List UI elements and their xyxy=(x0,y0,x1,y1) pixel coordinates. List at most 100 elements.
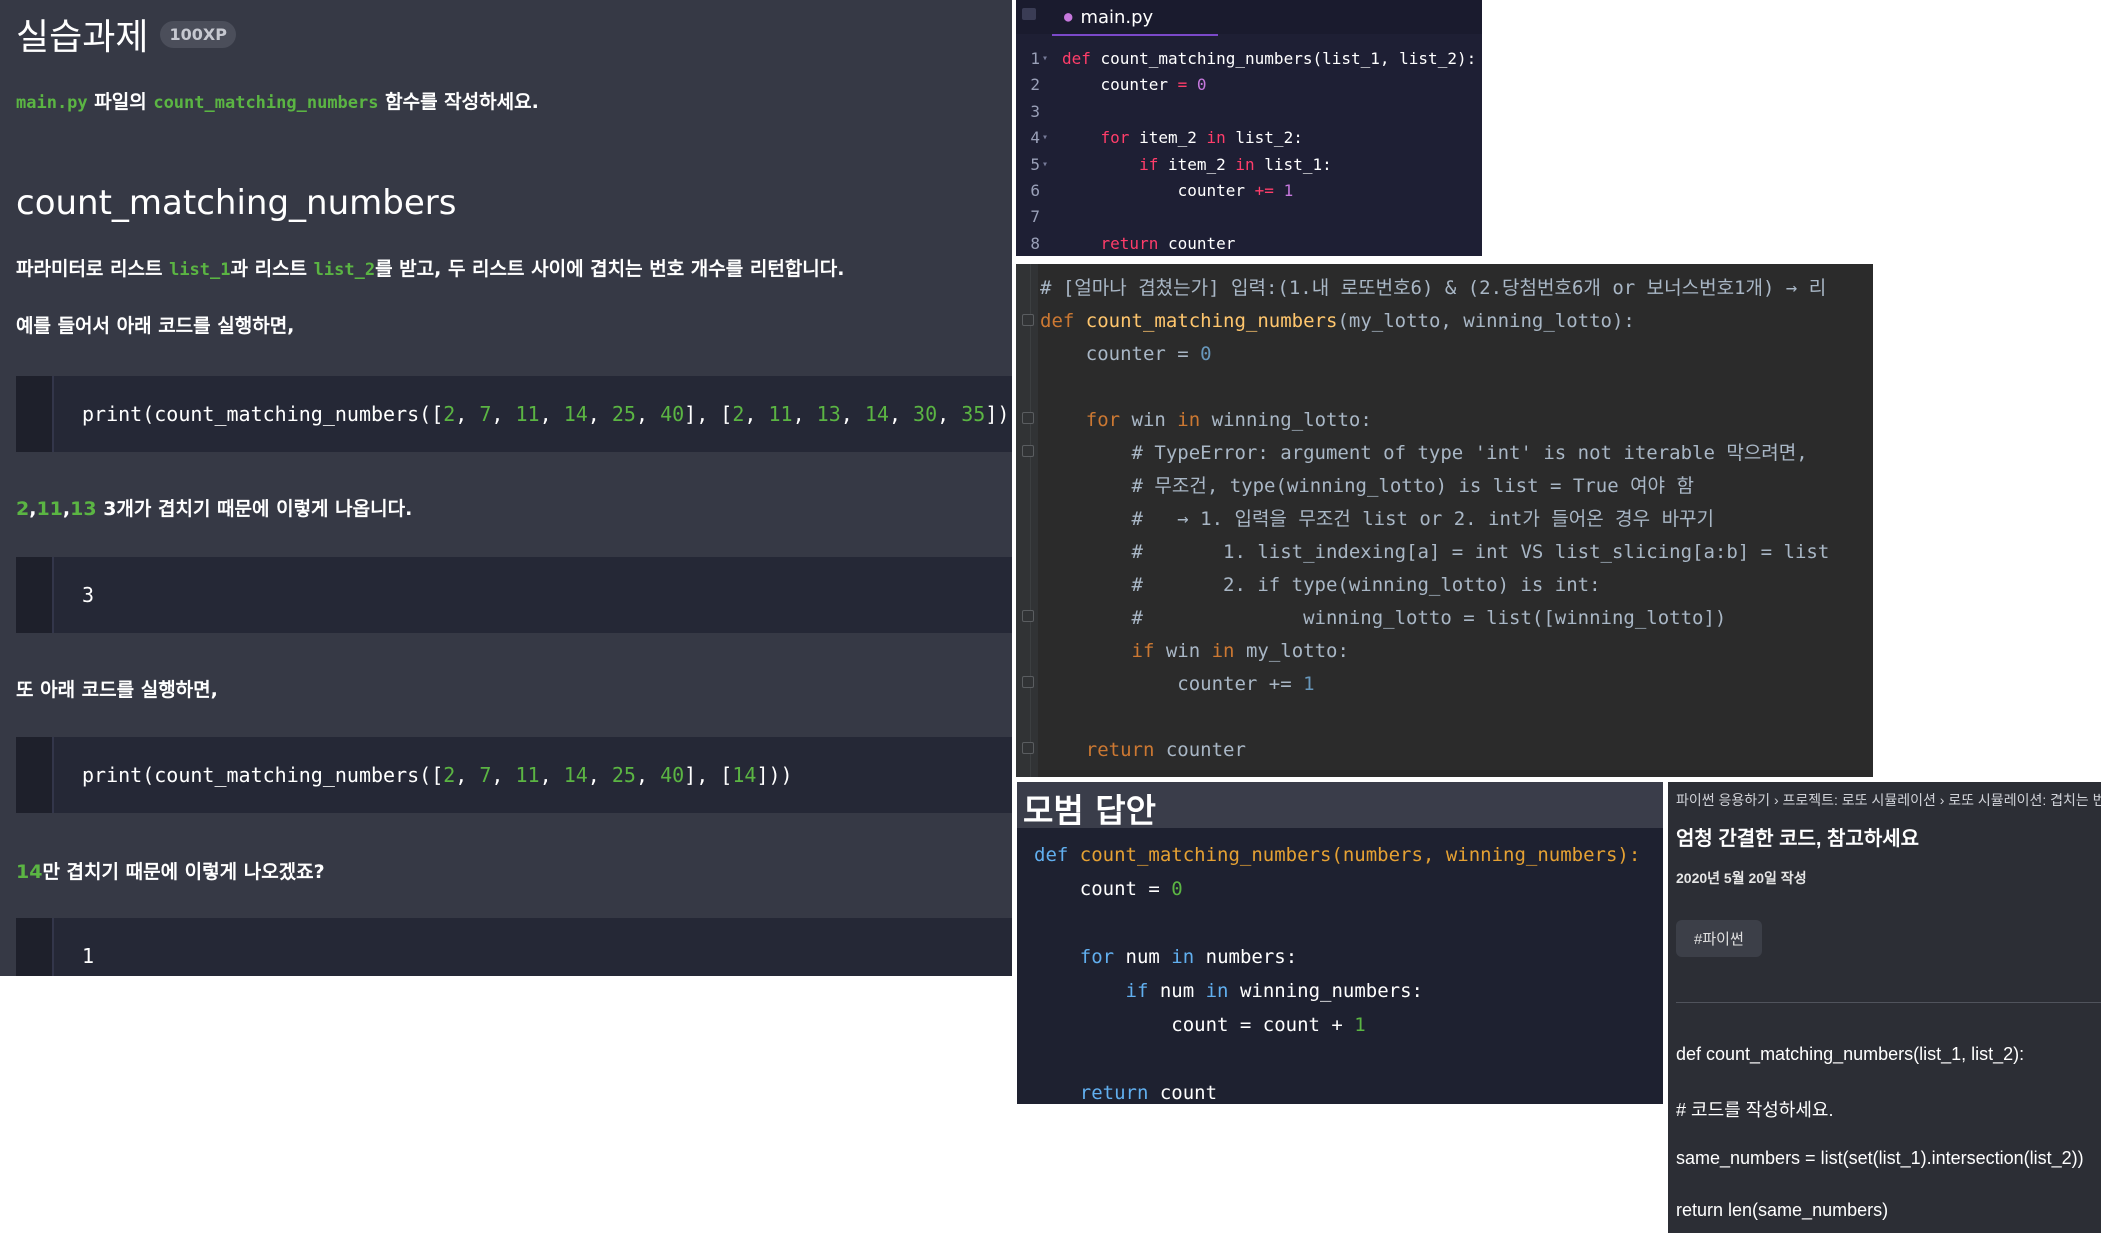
line-number: 8 xyxy=(1030,233,1040,253)
post-code-line: same_numbers = list(set(list_1).intersec… xyxy=(1676,1148,2084,1168)
code-line: def count_matching_numbers(my_lotto, win… xyxy=(1040,305,1829,338)
code-text: win xyxy=(1154,640,1212,662)
code-text: winning_numbers: xyxy=(1228,980,1423,1002)
code-separator: , xyxy=(491,402,516,426)
function-heading: count_matching_numbers xyxy=(16,183,457,223)
code-gutter xyxy=(16,737,54,813)
code-number: 7 xyxy=(479,763,492,787)
code-text: counter xyxy=(1154,739,1246,761)
code-text: num xyxy=(1148,980,1206,1002)
keyword: if xyxy=(1125,980,1149,1002)
code-lines[interactable]: # [얼마나 겹쳤는가] 입력:(1.내 로또번호6) & (2.당첨번호6개 … xyxy=(1040,272,1829,767)
result-explanation-2: 14만 겹치기 때문에 이렇게 나오겠죠? xyxy=(16,857,325,884)
fold-icon[interactable] xyxy=(1022,610,1034,622)
code-number: 40 xyxy=(660,402,685,426)
keyword: in xyxy=(1206,128,1226,148)
fold-icon[interactable] xyxy=(1022,742,1034,754)
code-number: 30 xyxy=(913,402,938,426)
example-code-block-2: print(count_matching_numbers([2, 7, 11, … xyxy=(16,737,1012,813)
fold-space xyxy=(1042,231,1062,256)
hashtag-button[interactable]: #파이썬 xyxy=(1676,920,1762,957)
keyword: for xyxy=(1079,946,1115,968)
instruction-text-2: 함수를 작성하세요. xyxy=(378,91,539,113)
code-line: 4 ▾ for item_2 in list_2: xyxy=(1016,125,1476,151)
code-number: 14 xyxy=(563,763,588,787)
keyword: return xyxy=(1085,739,1155,761)
main-py-editor: ● main.py 1 ▾ def count_matching_numbers(l… xyxy=(1016,0,1482,256)
code-text: print(count_matching_numbers([ xyxy=(82,402,444,426)
code-text: ])) xyxy=(985,402,1012,426)
code-separator: , xyxy=(455,763,480,787)
keyword: in xyxy=(1211,640,1235,662)
example-intro-2: 또 아래 코드를 실행하면, xyxy=(16,679,218,701)
divider xyxy=(1676,1002,2101,1003)
code-separator: , xyxy=(888,402,914,426)
code-number: 14 xyxy=(563,402,588,426)
code-line: count = count + 1 xyxy=(1034,1008,1640,1042)
example-code-1: print(count_matching_numbers([2, 7, 11, … xyxy=(82,376,1012,452)
fold-icon[interactable] xyxy=(1022,676,1034,688)
instruction-text: main.py 파일의 count_matching_numbers 함수를 작… xyxy=(16,87,539,114)
file-icon[interactable] xyxy=(1022,8,1036,20)
fold-arrow-icon[interactable]: ▾ xyxy=(1042,125,1062,151)
code-text: num xyxy=(1114,946,1172,968)
fold-icon[interactable] xyxy=(1022,412,1034,424)
keyword: def xyxy=(1034,844,1069,866)
code-line: for win in winning_lotto: xyxy=(1040,404,1829,437)
code-separator: , xyxy=(937,402,962,426)
fold-arrow-icon[interactable]: ▾ xyxy=(1042,46,1062,72)
code-text: print(count_matching_numbers([ xyxy=(82,763,444,787)
fold-space xyxy=(1042,178,1062,204)
comment-line: # TypeError: argument of type 'int' is n… xyxy=(1040,437,1829,470)
model-answer-panel: 모범 답안 def count_matching_numbers(numbers… xyxy=(1017,782,1663,1104)
code-number: 40 xyxy=(660,763,685,787)
instruction-text-1: 파일의 xyxy=(87,91,154,113)
code-text: win xyxy=(1120,409,1178,431)
fold-icon[interactable] xyxy=(1022,314,1034,326)
line-number: 7 xyxy=(1030,207,1040,227)
comment-text: # 무조건, type(winning_lotto) is list = Tru… xyxy=(1131,475,1694,497)
fold-icon[interactable] xyxy=(1022,445,1034,457)
code-separator: , xyxy=(744,402,769,426)
code-text: ])) xyxy=(756,763,793,787)
output-block-1: 3 xyxy=(16,557,1012,633)
example-code-2: print(count_matching_numbers([2, 7, 11, … xyxy=(82,737,793,813)
tab-label: main.py xyxy=(1080,6,1154,28)
code-line: counter += 1 xyxy=(1040,668,1829,701)
tab-main-py[interactable]: ● main.py xyxy=(1052,0,1218,36)
breadcrumb[interactable]: 파이썬 응용하기 › 프로젝트: 로또 시뮬레이션 › 로또 시뮬레이션: 겹치… xyxy=(1676,790,2101,810)
assignment-panel: 실습과제 100XP main.py 파일의 count_matching_nu… xyxy=(0,0,1012,976)
parameters: (my_lotto, winning_lotto): xyxy=(1337,310,1635,332)
comment-line: # [얼마나 겹쳤는가] 입력:(1.내 로또번호6) & (2.당첨번호6개 … xyxy=(1040,277,1827,299)
code-text: count_matching_numbers(list_1, list_2): xyxy=(1090,49,1477,68)
post-code-line: # 코드를 작성하세요. xyxy=(1676,1100,1834,1120)
model-answer-header: 모범 답안 xyxy=(1017,782,1663,830)
code-number: 25 xyxy=(611,402,636,426)
function-signature: count_matching_numbers(numbers, winning_… xyxy=(1068,844,1641,866)
result-text-2: 만 겹치기 때문에 이렇게 나오겠죠? xyxy=(42,861,325,883)
code-number: 2 xyxy=(732,402,745,426)
keyword: in xyxy=(1205,980,1229,1002)
code-line: for num in numbers: xyxy=(1034,940,1640,974)
code-separator: , xyxy=(587,763,612,787)
code-number: 13 xyxy=(816,402,841,426)
comment-text: # 2. if type(winning_lotto) is int: xyxy=(1131,574,1601,596)
code-line: return counter xyxy=(1040,734,1829,767)
line-number: 4 xyxy=(1030,128,1040,148)
editor-tab-bar: ● main.py xyxy=(1016,0,1482,36)
blog-post-panel: 파이썬 응용하기 › 프로젝트: 로또 시뮬레이션 › 로또 시뮬레이션: 겹치… xyxy=(1668,782,2101,1233)
code-line: count = 0 xyxy=(1034,872,1640,906)
title-row: 실습과제 100XP xyxy=(16,6,236,62)
code-line: 6 counter += 1 xyxy=(1016,178,1476,204)
keyword: in xyxy=(1171,946,1195,968)
code-number: 7 xyxy=(479,402,492,426)
operator: = xyxy=(1177,75,1188,95)
keyword: in xyxy=(1177,409,1201,431)
fold-arrow-icon[interactable]: ▾ xyxy=(1042,152,1062,178)
code-lines[interactable]: 1 ▾ def count_matching_numbers(list_1, lis… xyxy=(1016,46,1476,256)
keyword: def xyxy=(1040,310,1075,332)
code-gutter xyxy=(16,557,54,633)
number: 1 xyxy=(1354,1014,1366,1036)
